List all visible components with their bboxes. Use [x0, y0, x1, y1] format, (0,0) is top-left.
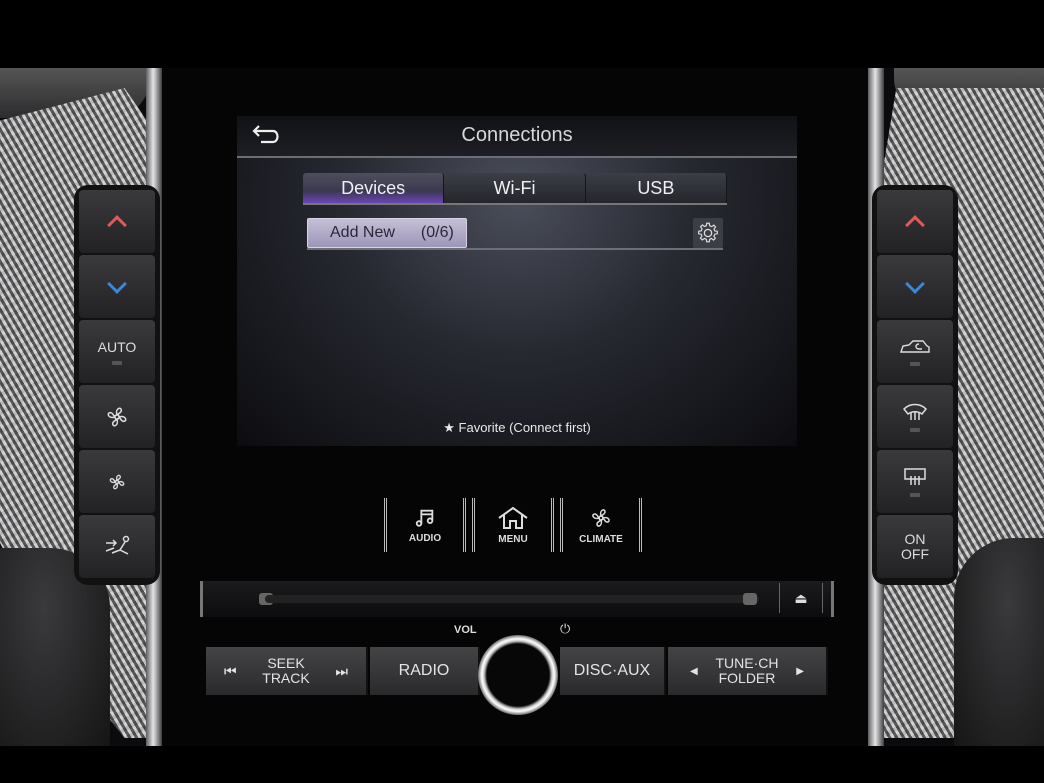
disc-aux-button[interactable]: DISC·AUX — [560, 647, 666, 695]
chevron-up-icon — [107, 214, 127, 235]
fan-up-button[interactable] — [79, 385, 155, 448]
recirculation-indicator — [910, 361, 920, 366]
fan-icon — [592, 508, 610, 527]
front-defrost-icon — [902, 403, 928, 420]
connection-tabs: Devices Wi-Fi USB — [303, 173, 727, 205]
eject-button[interactable]: ⏏ — [779, 583, 823, 613]
seek-track-button[interactable]: ⏮ SEEK TRACK ⏭ — [206, 647, 368, 695]
disc-slot-panel: ⏏ — [200, 581, 834, 617]
device-count: (0/6) — [420, 224, 454, 241]
front-defrost-button[interactable] — [877, 385, 953, 448]
recirculation-icon — [900, 339, 930, 353]
tab-devices[interactable]: Devices — [303, 173, 445, 203]
slot-end-right — [743, 593, 757, 605]
chevron-down-icon — [905, 273, 925, 294]
right-temp-up-button[interactable] — [877, 190, 953, 253]
audio-button[interactable]: AUDIO — [384, 498, 466, 552]
page-title: Connections — [461, 124, 573, 146]
add-new-device-button[interactable]: Add New (0/6) — [307, 218, 467, 248]
previous-track-icon[interactable]: ⏮ — [224, 663, 237, 680]
airflow-mode-button[interactable] — [79, 515, 155, 578]
title-bar: Connections — [237, 116, 797, 158]
dashboard: AUTO ON OFF Connections Devices Wi-Fi US… — [0, 68, 1044, 746]
rear-defrost-indicator — [910, 492, 920, 497]
fan-large-icon — [107, 407, 127, 426]
fan-small-icon — [109, 474, 125, 489]
hard-keys: AUDIO MENU CLIMATE — [384, 498, 654, 552]
next-track-icon[interactable]: ⏭ — [335, 663, 348, 680]
left-temp-down-button[interactable] — [79, 255, 155, 318]
audio-label: AUDIO — [408, 532, 442, 544]
disc-slot — [265, 595, 759, 603]
radio-button[interactable]: RADIO — [370, 647, 480, 695]
music-note-icon — [415, 509, 434, 527]
right-temp-down-button[interactable] — [877, 255, 953, 318]
front-defrost-indicator — [910, 427, 920, 432]
leather-right — [954, 538, 1044, 746]
tab-wifi[interactable]: Wi-Fi — [444, 173, 586, 203]
on-label: ON — [904, 530, 926, 547]
off-label: OFF — [901, 545, 929, 562]
menu-button[interactable]: MENU — [472, 498, 554, 552]
volume-knob[interactable] — [478, 635, 558, 715]
eject-icon: ⏏ — [794, 589, 808, 606]
track-label: TRACK — [262, 670, 310, 686]
rear-defrost-button[interactable] — [877, 450, 953, 513]
folder-label: FOLDER — [718, 670, 776, 686]
device-list-row: Add New (0/6) — [307, 218, 723, 250]
tab-usb[interactable]: USB — [585, 173, 727, 203]
seek-label: SEEK — [267, 655, 305, 671]
right-climate-controls: ON OFF — [872, 185, 958, 585]
left-climate-controls: AUTO — [74, 185, 160, 585]
tune-right-icon[interactable]: ▶ — [796, 666, 804, 677]
climate-label: CLIMATE — [579, 533, 623, 545]
star-icon: ★ — [443, 420, 455, 435]
vol-label: VOL — [454, 624, 477, 636]
favorite-note: ★ Favorite (Connect first) — [237, 420, 797, 436]
fan-down-button[interactable] — [79, 450, 155, 513]
auto-label: AUTO — [97, 338, 137, 355]
favorite-note-text: Favorite (Connect first) — [458, 420, 591, 435]
chevron-up-icon — [905, 214, 925, 235]
add-new-label: Add New — [330, 224, 395, 241]
chevron-down-icon — [107, 273, 127, 294]
home-icon — [498, 506, 528, 529]
climate-button[interactable]: CLIMATE — [560, 498, 642, 552]
recirculation-button[interactable] — [877, 320, 953, 383]
tune-left-icon[interactable]: ◀ — [690, 666, 698, 677]
auto-indicator — [112, 360, 122, 365]
climate-on-off-button[interactable]: ON OFF — [877, 515, 953, 578]
power-icon: ⏻ — [560, 621, 571, 636]
infotainment-screen: Connections Devices Wi-Fi USB Add New (0… — [237, 116, 797, 446]
menu-label: MENU — [498, 533, 528, 545]
auto-button[interactable]: AUTO — [79, 320, 155, 383]
rear-defrost-icon — [904, 467, 926, 485]
tune-ch-label: TUNE·CH — [715, 655, 779, 671]
tune-folder-button[interactable]: ◀ TUNE·CH FOLDER ▶ — [668, 647, 828, 695]
airflow-mode-icon — [105, 535, 130, 555]
settings-button[interactable] — [693, 218, 723, 248]
left-temp-up-button[interactable] — [79, 190, 155, 253]
gear-icon — [698, 222, 718, 243]
